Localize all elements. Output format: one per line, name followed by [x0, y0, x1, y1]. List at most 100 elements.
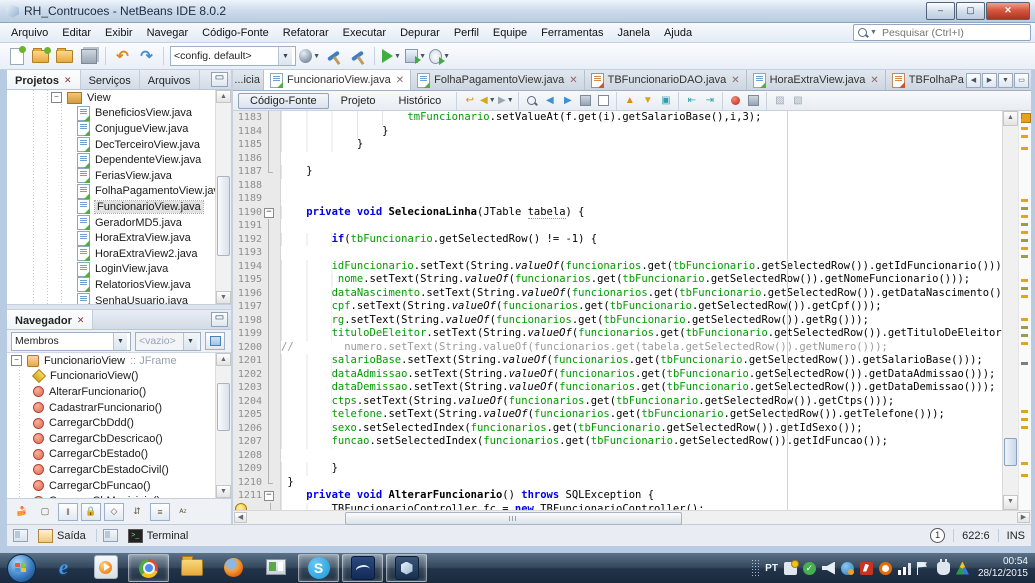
menu-refatorar[interactable]: Refatorar	[276, 25, 336, 41]
error-stripe-mark[interactable]	[1021, 462, 1028, 465]
error-stripe-mark[interactable]	[1021, 418, 1028, 421]
navigator-member[interactable]: FuncionarioView()	[7, 369, 231, 385]
code-line[interactable]: }	[281, 125, 1002, 139]
error-stripe-mark[interactable]	[1021, 334, 1028, 337]
tab-arquivos[interactable]: Arquivos	[140, 70, 200, 89]
code-line[interactable]: telefone.setText(String.valueOf(funciona…	[281, 408, 1002, 422]
minimize-panel-button[interactable]: ▭	[211, 312, 228, 327]
scroll-tabs-right-button[interactable]: ▶	[982, 73, 997, 88]
code-line[interactable]: sexo.setSelectedIndex(funcionarios.get(t…	[281, 422, 1002, 436]
code-line[interactable]	[281, 246, 1002, 260]
last-edit-button[interactable]: ↩	[461, 93, 478, 108]
config-combo[interactable]: <config. default> ▼	[170, 46, 296, 66]
window-titlebar[interactable]: RH_Contrucoes - NetBeans IDE 8.0.2 – ▢ ✕	[0, 0, 1035, 23]
google-drive-icon[interactable]	[956, 562, 969, 575]
avira-icon[interactable]	[879, 562, 892, 575]
scroll-tabs-left-button[interactable]: ◀	[966, 73, 981, 88]
volume-icon[interactable]	[822, 562, 835, 575]
scroll-left-icon[interactable]: ◀	[234, 512, 247, 523]
editor-tab[interactable]: FuncionarioView.java✕	[264, 70, 411, 90]
dock-window-icon[interactable]	[103, 529, 118, 542]
code-line[interactable]: }	[281, 165, 1002, 179]
project-file[interactable]: HoraExtraView2.java	[7, 246, 231, 262]
find-selection-button[interactable]	[523, 93, 540, 108]
tab-navegador[interactable]: Navegador✕	[7, 310, 93, 329]
code-line[interactable]: salarioBase.setText(String.valueOf(funci…	[281, 354, 1002, 368]
uncomment-button[interactable]: ▧	[789, 93, 806, 108]
code-line[interactable]: dataDemissao.setText(String.valueOf(func…	[281, 381, 1002, 395]
show-fields-button[interactable]: ▢	[35, 503, 55, 521]
code-line[interactable]: }	[281, 476, 1002, 490]
code-line[interactable]: funcao.setSelectedIndex(funcionarios.get…	[281, 435, 1002, 449]
open-project-button[interactable]	[54, 46, 75, 66]
taskbar-media-player[interactable]	[86, 554, 125, 580]
show-static-members-button[interactable]: ‖	[58, 503, 78, 521]
navigator-member[interactable]: CarregarCbEstadoCivil()	[7, 462, 231, 478]
scrollbar-thumb[interactable]	[217, 383, 230, 431]
scroll-up-icon[interactable]: ▲	[1003, 111, 1018, 126]
taskbar-windows-explorer[interactable]	[172, 554, 211, 580]
code-line[interactable]: nome.setText(String.valueOf(funcionarios…	[281, 273, 1002, 287]
scroll-down-icon[interactable]: ▼	[216, 291, 231, 304]
error-stripe-mark[interactable]	[1021, 239, 1028, 242]
taskbar-skype[interactable]: S	[298, 554, 339, 582]
maximize-button[interactable]: ▢	[956, 2, 985, 20]
navigator-member[interactable]: AlterarFuncionario()	[7, 384, 231, 400]
navigator-member[interactable]: CarregarCbMunicipio()	[7, 493, 231, 498]
code-line[interactable]	[281, 219, 1002, 233]
code-line[interactable]: }	[281, 462, 1002, 476]
code-line[interactable]: tmFuncionario.setValueAt(f.get(i).getSal…	[281, 111, 1002, 125]
code-line[interactable]: if(tbFuncionario.getSelectedRow() != -1)…	[281, 233, 1002, 247]
code-line[interactable]: rg.setText(String.valueOf(funcionarios.g…	[281, 314, 1002, 328]
network-signal-icon[interactable]	[898, 562, 911, 575]
code-line[interactable]: private void SelecionaLinha(JTable tabel…	[281, 206, 1002, 220]
save-all-button[interactable]	[78, 46, 99, 66]
project-file[interactable]: BeneficiosView.java	[7, 106, 231, 122]
scroll-right-icon[interactable]: ▶	[1017, 512, 1030, 523]
start-button[interactable]	[7, 554, 36, 583]
power-plug-icon[interactable]	[937, 562, 950, 575]
fold-marker[interactable]	[262, 489, 276, 503]
toggle-highlight-button[interactable]	[577, 93, 594, 108]
menu-perfil[interactable]: Perfil	[447, 25, 486, 41]
code-line[interactable]: dataNascimento.setText(String.valueOf(fu…	[281, 287, 1002, 301]
antivirus-icon[interactable]	[860, 562, 873, 575]
sort-alpha-button[interactable]: ᴬᶻ	[173, 503, 193, 521]
code-line[interactable]	[281, 152, 1002, 166]
find-previous-button[interactable]: ◀	[541, 93, 558, 108]
error-stripe-mark[interactable]	[1021, 223, 1028, 226]
set-configuration-button[interactable]: ▼	[299, 46, 320, 66]
scrollbar-thumb[interactable]	[1004, 438, 1017, 466]
sort-by-name-button[interactable]: ⇵	[127, 503, 147, 521]
comment-button[interactable]: ▨	[771, 93, 788, 108]
stop-macro-button[interactable]	[745, 93, 762, 108]
shift-left-button[interactable]: ⇤	[683, 93, 700, 108]
start-macro-button[interactable]	[727, 93, 744, 108]
menu-ferramentas[interactable]: Ferramentas	[534, 25, 610, 41]
error-stripe-mark[interactable]	[1021, 215, 1028, 218]
navigator-root[interactable]: −FuncionarioView :: JFrame	[7, 353, 231, 369]
code-line[interactable]	[281, 449, 1002, 463]
error-stripe[interactable]	[1018, 111, 1031, 510]
profile-project-button[interactable]: ▼	[429, 46, 450, 66]
windows-update-icon[interactable]	[841, 562, 854, 575]
project-file[interactable]: DependenteView.java	[7, 152, 231, 168]
toggle-bookmark-button[interactable]: ▣	[657, 93, 674, 108]
close-tab-icon[interactable]: ✕	[569, 75, 577, 86]
menu-janela[interactable]: Janela	[611, 25, 657, 41]
menu-equipe[interactable]: Equipe	[486, 25, 534, 41]
menu-cdigofonte[interactable]: Código-Fonte	[195, 25, 276, 41]
members-filter-combo[interactable]: Membros ▼	[11, 332, 131, 351]
close-icon[interactable]: ✕	[77, 315, 85, 326]
action-center-flag-icon[interactable]	[917, 562, 931, 575]
project-file[interactable]: SenhaUsuario.java	[7, 293, 231, 304]
notification-badge[interactable]: 1	[930, 528, 945, 543]
close-tab-icon[interactable]: ✕	[870, 75, 878, 86]
error-stripe-mark[interactable]	[1021, 318, 1028, 321]
project-file[interactable]: LoginView.java	[7, 262, 231, 278]
minimize-panel-button[interactable]: ▭	[211, 72, 228, 87]
package-node[interactable]: −View	[7, 90, 231, 106]
maximize-editor-button[interactable]: ▭	[1014, 73, 1029, 88]
project-file[interactable]: HoraExtraView.java	[7, 230, 231, 246]
project-file[interactable]: GeradorMD5.java	[7, 215, 231, 231]
